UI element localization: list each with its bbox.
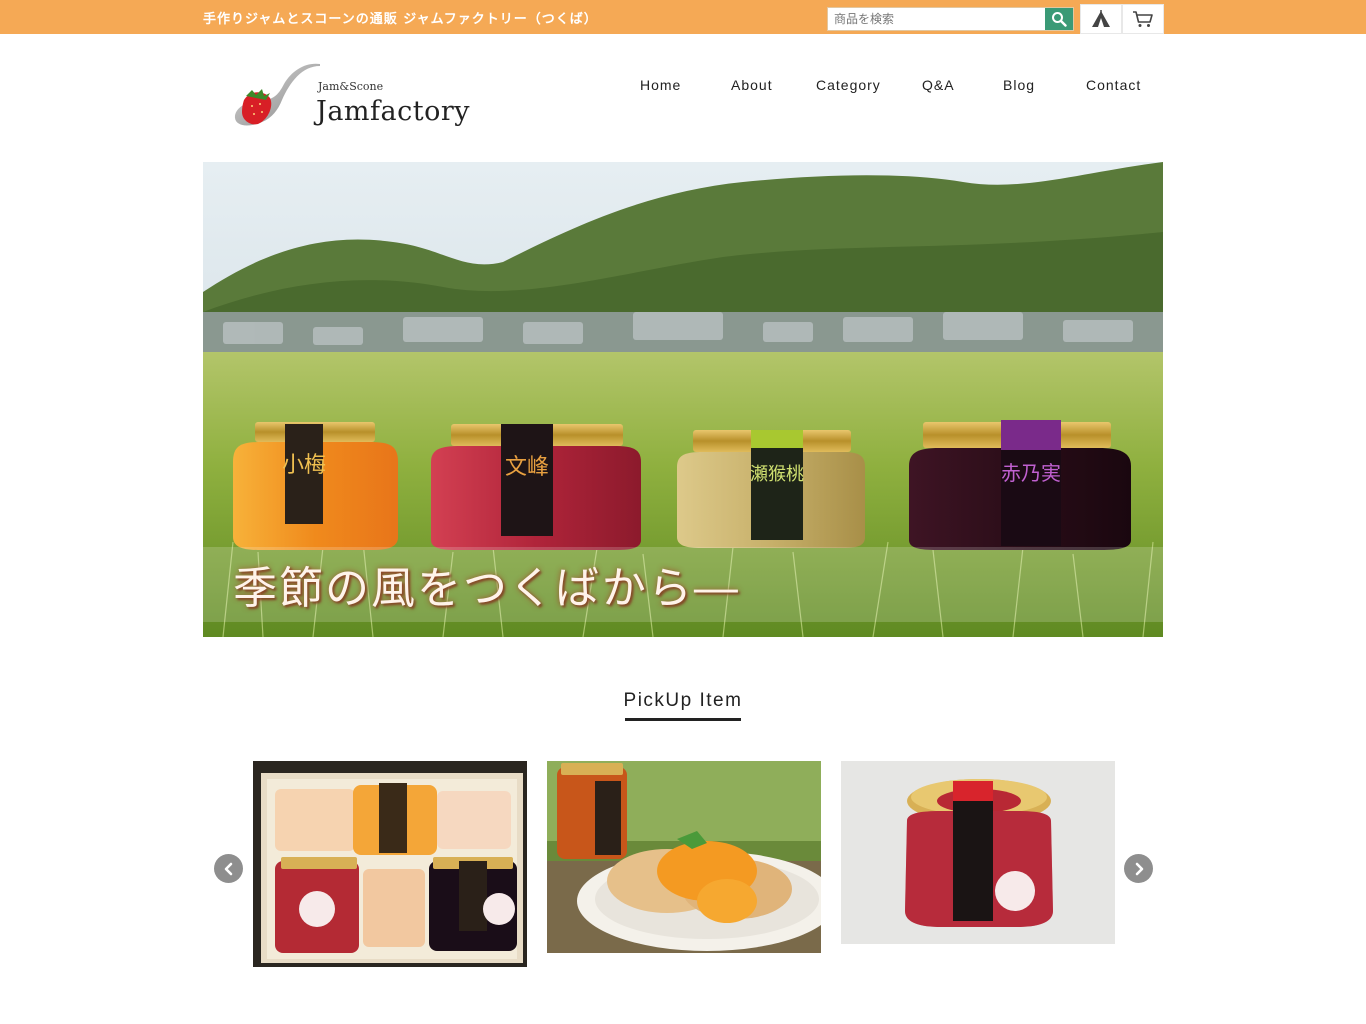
tent-button[interactable] xyxy=(1080,4,1122,34)
nav-blog[interactable]: Blog xyxy=(1003,77,1035,93)
jar-4-label: 赤乃実 xyxy=(1001,461,1061,485)
cart-button[interactable] xyxy=(1122,4,1164,34)
search-button[interactable] xyxy=(1045,8,1073,30)
nav-about[interactable]: About xyxy=(731,77,773,93)
chevron-left-icon xyxy=(224,862,232,875)
carousel-prev-button[interactable] xyxy=(214,854,243,883)
jar-4: 赤乃実 xyxy=(909,420,1131,550)
site-logo[interactable]: Jam&Scone Jamfactory xyxy=(232,60,470,135)
search-input[interactable] xyxy=(828,8,1047,30)
nav-qa[interactable]: Q&A xyxy=(922,77,955,93)
chevron-right-icon xyxy=(1135,862,1143,875)
search-icon xyxy=(1052,12,1067,27)
jar-2-label: 文峰 xyxy=(505,455,549,480)
carousel-next-button[interactable] xyxy=(1124,854,1153,883)
spoon-strawberry-logo-icon xyxy=(234,63,320,126)
nav-home[interactable]: Home xyxy=(640,77,681,93)
jar-3-label: 瀬猴桃 xyxy=(750,464,804,485)
cart-icon xyxy=(1133,11,1153,27)
search-box xyxy=(827,7,1074,31)
jar-2: 文峰 xyxy=(431,424,641,550)
site-tagline: 手作りジャムとスコーンの通販 ジャムファクトリー（つくば） xyxy=(203,12,598,27)
top-bar: 手作りジャムとスコーンの通販 ジャムファクトリー（つくば） xyxy=(0,0,1366,34)
jar-3: 瀬猴桃 xyxy=(677,430,865,548)
pickup-item-1-image xyxy=(253,761,527,967)
pickup-item-3-image xyxy=(841,761,1115,944)
nav-contact[interactable]: Contact xyxy=(1086,77,1141,93)
hero-banner[interactable]: 小梅 文峰 瀬猴桃 赤乃実 季節の風をつくばから― xyxy=(203,162,1163,637)
logo-title: Jamfactory xyxy=(316,96,471,127)
tent-icon xyxy=(1092,10,1110,27)
jar-1: 小梅 xyxy=(233,422,398,550)
pickup-item-2[interactable] xyxy=(547,761,821,953)
pickup-item-1[interactable] xyxy=(253,761,527,967)
pickup-item-2-image xyxy=(547,761,821,953)
nav-category[interactable]: Category xyxy=(816,77,881,93)
pickup-item-3[interactable] xyxy=(841,761,1115,944)
jar-1-label: 小梅 xyxy=(282,453,326,478)
hero-caption: 季節の風をつくばから― xyxy=(233,563,740,614)
pickup-title-underline xyxy=(625,718,741,721)
pickup-section-title: PickUp Item xyxy=(623,690,743,711)
logo-subtitle: Jam&Scone xyxy=(318,80,384,93)
